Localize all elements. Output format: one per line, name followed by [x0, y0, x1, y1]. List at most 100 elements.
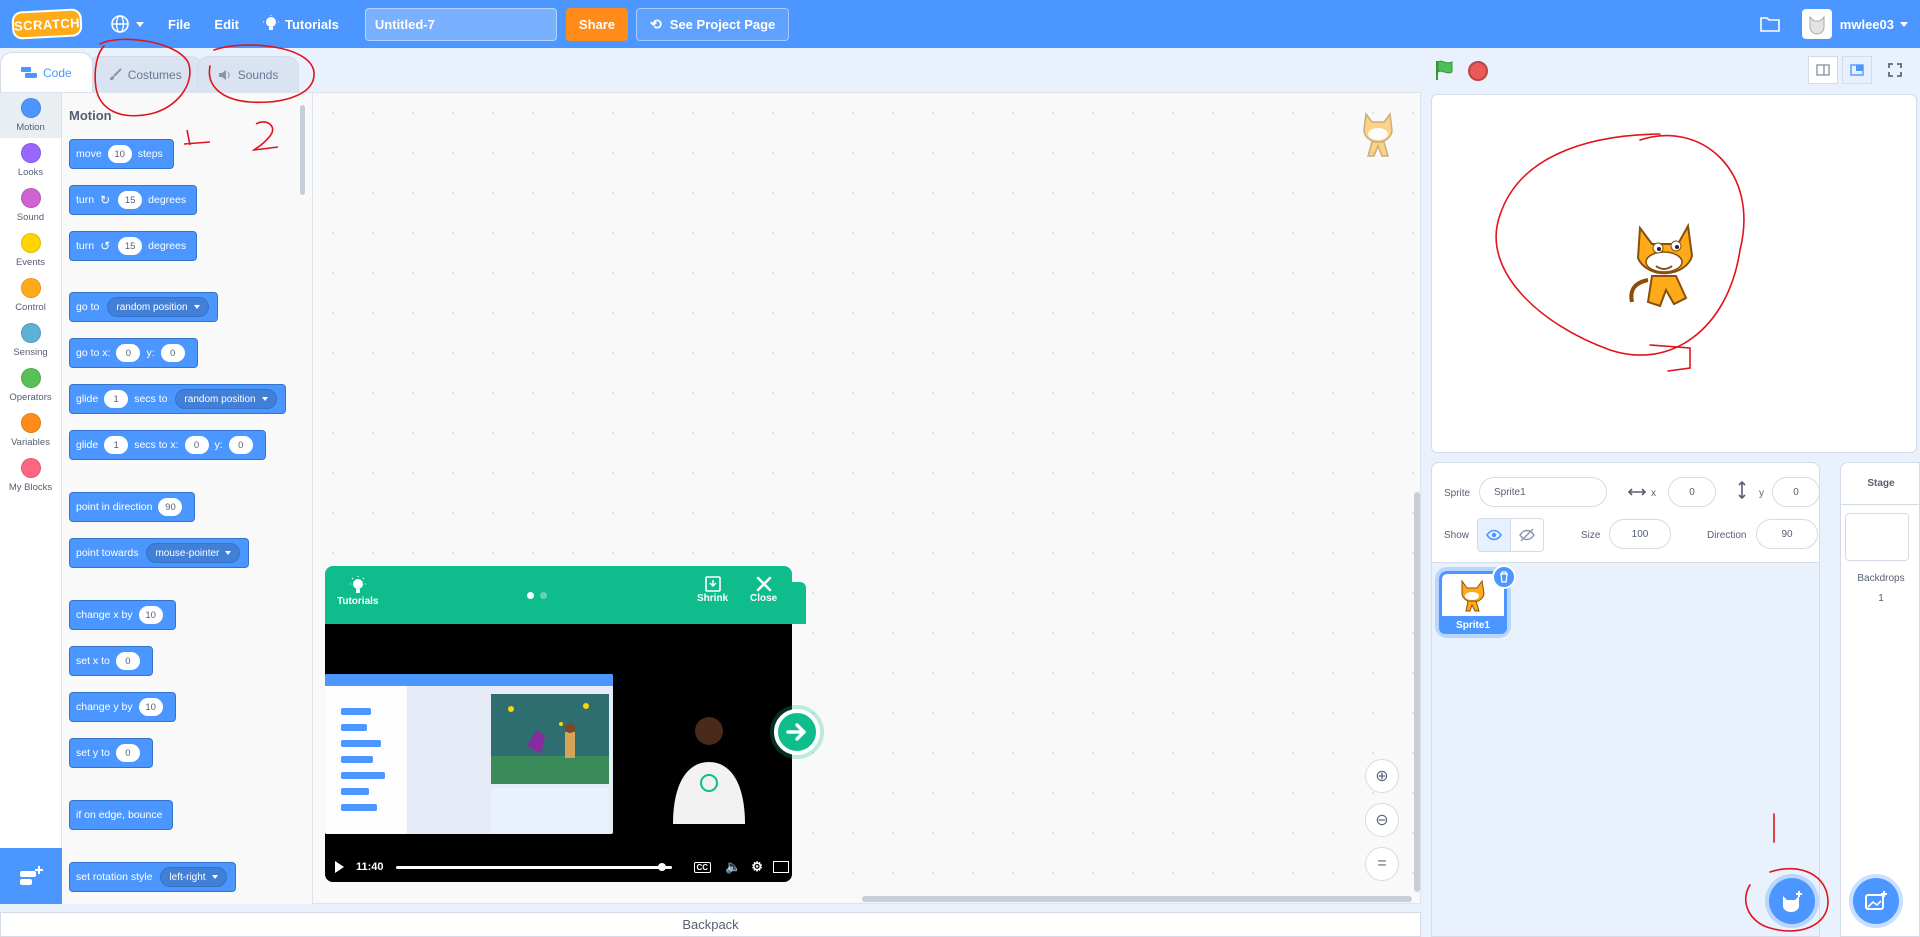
- block-number-input[interactable]: 10: [107, 145, 132, 163]
- block-dropdown[interactable]: left-right: [160, 867, 227, 887]
- block-change-y[interactable]: change y by 10: [69, 692, 176, 722]
- block-number-input[interactable]: 10: [138, 698, 163, 716]
- username[interactable]: mwlee03: [1840, 17, 1894, 32]
- next-step-button[interactable]: [774, 709, 820, 755]
- chevron-down-icon[interactable]: [1900, 21, 1908, 27]
- block-point-towards[interactable]: point towards mouse-pointer: [69, 538, 250, 568]
- block-number-input[interactable]: 1: [104, 436, 129, 454]
- block-go-to[interactable]: go to random position: [69, 292, 218, 322]
- step-dot[interactable]: [540, 592, 547, 599]
- x-position-input[interactable]: [1668, 477, 1716, 507]
- language-menu[interactable]: [98, 0, 156, 48]
- small-stage-button[interactable]: [1808, 56, 1838, 84]
- block-dropdown[interactable]: mouse-pointer: [146, 543, 241, 563]
- tab-costumes[interactable]: Costumes: [86, 56, 203, 92]
- block-turn-right[interactable]: turn ↻ 15 degrees: [69, 185, 198, 215]
- block-number-input[interactable]: 90: [158, 498, 183, 516]
- stop-icon[interactable]: [1468, 61, 1488, 81]
- category-sensing[interactable]: Sensing: [0, 318, 61, 363]
- category-sound[interactable]: Sound: [0, 183, 61, 228]
- zoom-in-button[interactable]: ⊕: [1365, 759, 1399, 793]
- sprite-name-input[interactable]: [1479, 477, 1607, 507]
- tab-sounds[interactable]: Sounds: [196, 56, 300, 92]
- category-my-blocks[interactable]: My Blocks: [0, 453, 61, 498]
- block-go-to-xy[interactable]: go to x: 0 y: 0: [69, 338, 198, 368]
- block-set-y[interactable]: set y to 0: [69, 738, 153, 768]
- block-dropdown[interactable]: random position: [107, 297, 209, 317]
- scratch-logo[interactable]: SCRATCH: [11, 8, 83, 40]
- share-button[interactable]: Share: [565, 7, 629, 41]
- size-input[interactable]: [1609, 519, 1671, 549]
- block-set-x[interactable]: set x to 0: [69, 646, 153, 676]
- play-icon[interactable]: [335, 861, 344, 873]
- tutorial-video[interactable]: 11:40 CC 🔈 ⚙: [325, 624, 792, 882]
- tab-code[interactable]: Code: [0, 52, 93, 92]
- close-label: Close: [750, 593, 778, 604]
- refresh-icon: ⟲: [650, 15, 662, 32]
- choose-sprite-button[interactable]: [1769, 878, 1815, 924]
- block-number-input[interactable]: 15: [118, 191, 143, 209]
- fullscreen-button[interactable]: [1880, 56, 1910, 84]
- block-turn-left[interactable]: turn ↺ 15 degrees: [69, 231, 198, 261]
- block-number-input[interactable]: 0: [115, 744, 140, 762]
- backpack[interactable]: Backpack: [0, 912, 1421, 937]
- script-area-vertical-scrollbar[interactable]: [1414, 492, 1420, 892]
- block-glide-to[interactable]: glide 1 secs to random position: [69, 384, 286, 414]
- stage-thumbnail[interactable]: [1845, 513, 1909, 561]
- category-motion[interactable]: Motion: [0, 93, 61, 138]
- block-set-rotation-style[interactable]: set rotation style left-right: [69, 862, 236, 892]
- block-point-in-direction[interactable]: point in direction 90: [69, 492, 196, 522]
- folder-icon[interactable]: [1759, 16, 1780, 32]
- stage-target-pane[interactable]: Stage Backdrops 1: [1840, 462, 1920, 937]
- y-position-input[interactable]: [1772, 477, 1820, 507]
- shrink-button[interactable]: Shrink: [697, 575, 728, 604]
- volume-icon[interactable]: 🔈: [725, 859, 741, 875]
- see-project-page-button[interactable]: ⟲ See Project Page: [636, 7, 790, 41]
- block-change-x[interactable]: change x by 10: [69, 600, 176, 630]
- palette-scrollbar[interactable]: [300, 105, 305, 195]
- fullscreen-icon[interactable]: [772, 861, 789, 873]
- block-number-input[interactable]: 10: [138, 606, 163, 624]
- close-button[interactable]: Close: [750, 575, 777, 604]
- delete-sprite-button[interactable]: [1492, 565, 1516, 589]
- block-dropdown[interactable]: random position: [175, 389, 277, 409]
- video-progress-bar[interactable]: [395, 862, 672, 871]
- settings-icon[interactable]: ⚙: [751, 859, 763, 875]
- block-number-input[interactable]: 1: [104, 390, 129, 408]
- block-number-input[interactable]: 0: [228, 436, 253, 454]
- category-operators[interactable]: Operators: [0, 363, 61, 408]
- tutorials-button[interactable]: Tutorials: [337, 576, 378, 607]
- direction-input[interactable]: [1756, 519, 1818, 549]
- hide-sprite-button[interactable]: [1510, 518, 1544, 552]
- choose-backdrop-button[interactable]: [1853, 878, 1899, 924]
- block-number-input[interactable]: 0: [160, 344, 185, 362]
- zoom-out-button[interactable]: ⊖: [1365, 803, 1399, 837]
- category-events[interactable]: Events: [0, 228, 61, 273]
- block-move-steps[interactable]: move 10 steps: [69, 139, 174, 169]
- script-area-horizontal-scrollbar[interactable]: [862, 896, 1412, 902]
- avatar[interactable]: [1801, 9, 1832, 39]
- block-glide-xy[interactable]: glide 1 secs to x: 0 y: 0: [69, 430, 266, 460]
- tutorials-menu[interactable]: Tutorials: [251, 0, 351, 48]
- large-stage-button[interactable]: [1842, 56, 1872, 84]
- progress-knob[interactable]: [657, 862, 666, 871]
- block-number-input[interactable]: 0: [115, 652, 140, 670]
- show-sprite-button[interactable]: [1477, 518, 1511, 552]
- block-number-input[interactable]: 0: [116, 344, 141, 362]
- category-looks[interactable]: Looks: [0, 138, 61, 183]
- block-if-on-edge-bounce[interactable]: if on edge, bounce: [69, 800, 174, 830]
- step-dot[interactable]: [527, 592, 534, 599]
- project-title-input[interactable]: [364, 7, 557, 41]
- category-control[interactable]: Control: [0, 273, 61, 318]
- block-number-input[interactable]: 0: [184, 436, 209, 454]
- green-flag-icon[interactable]: [1433, 58, 1457, 82]
- add-sprite-icon: [1783, 891, 1802, 912]
- edit-menu[interactable]: Edit: [202, 0, 251, 48]
- category-variables[interactable]: Variables: [0, 408, 61, 453]
- sprite-cat-image[interactable]: [1618, 218, 1714, 322]
- block-number-input[interactable]: 15: [118, 237, 143, 255]
- add-extension-button[interactable]: [0, 848, 62, 904]
- closed-captions-icon[interactable]: CC: [693, 861, 712, 873]
- file-menu[interactable]: File: [156, 0, 202, 48]
- zoom-reset-button[interactable]: =: [1365, 847, 1399, 881]
